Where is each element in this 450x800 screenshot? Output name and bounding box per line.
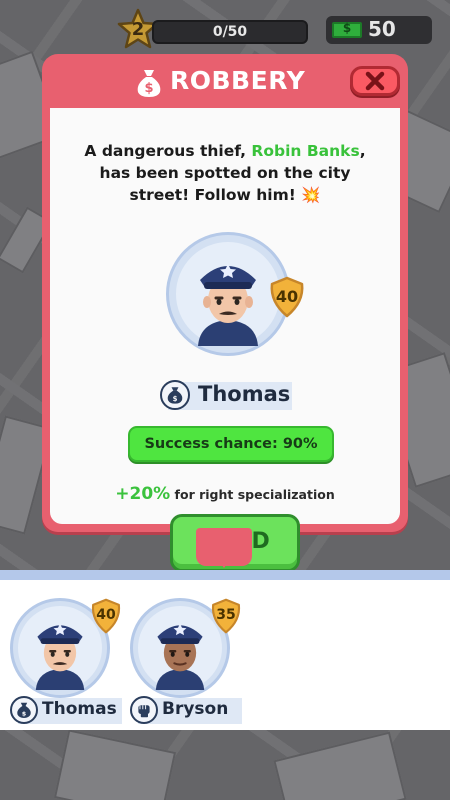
officer-level: 40 (96, 607, 116, 623)
specialization-bonus: +20% for right specialization (70, 484, 380, 504)
officer-roster: 40 $ Thomas 35 Bryson (0, 580, 450, 730)
xp-progress-bar: 0/50 (152, 20, 308, 44)
money-bag-icon: $ (137, 70, 161, 97)
roster-officer-card[interactable]: 40 $ Thomas (10, 598, 124, 724)
robbery-dialog: $ ROBBERY A dangerous thief, Robin Banks… (42, 54, 408, 572)
cash-counter: 50 (326, 16, 432, 44)
officer-level-badge: 40 (266, 276, 308, 318)
roster-officer-card[interactable]: 35 Bryson (130, 598, 244, 724)
dialog-body: A dangerous thief, Robin Banks, has been… (50, 108, 400, 572)
officer-level: 35 (216, 607, 236, 623)
money-bag-icon: $ (160, 380, 190, 410)
cash-icon (332, 21, 362, 38)
dialog-header: $ ROBBERY (42, 54, 408, 108)
mission-description: A dangerous thief, Robin Banks, has been… (70, 140, 380, 206)
thief-name: Robin Banks (251, 142, 360, 160)
police-officer-icon (198, 264, 258, 346)
dialog-title: ROBBERY (170, 66, 306, 95)
officer-name-plate: $ Thomas (160, 380, 292, 410)
officer-name: Thomas (198, 382, 291, 406)
location-marker[interactable] (196, 528, 252, 568)
svg-text:$: $ (22, 710, 27, 718)
success-chance-bar: Success chance: 90% (128, 426, 334, 462)
message-text: A dangerous thief, (84, 142, 252, 160)
money-bag-icon: $ (10, 696, 38, 724)
fist-icon (130, 696, 158, 724)
svg-text:$: $ (144, 81, 153, 96)
svg-text:$: $ (173, 395, 178, 403)
officer-name-plate: Bryson (130, 696, 242, 724)
officer-level: 40 (275, 287, 299, 306)
bonus-text: for right specialization (170, 487, 335, 502)
officer-level-badge: 35 (208, 598, 244, 634)
close-button[interactable] (350, 66, 400, 96)
roster-divider (0, 570, 450, 580)
officer-name: Bryson (162, 699, 229, 719)
bonus-value: +20% (115, 484, 171, 504)
officer-level-badge: 40 (88, 598, 124, 634)
avatar-inner (176, 242, 280, 346)
success-chance-text: Success chance: 90% (144, 436, 318, 452)
xp-progress-text: 0/50 (212, 24, 248, 40)
officer-name: Thomas (42, 699, 117, 719)
cash-amount: 50 (368, 17, 396, 41)
close-icon (365, 71, 385, 91)
officer-name-plate: $ Thomas (10, 696, 122, 724)
